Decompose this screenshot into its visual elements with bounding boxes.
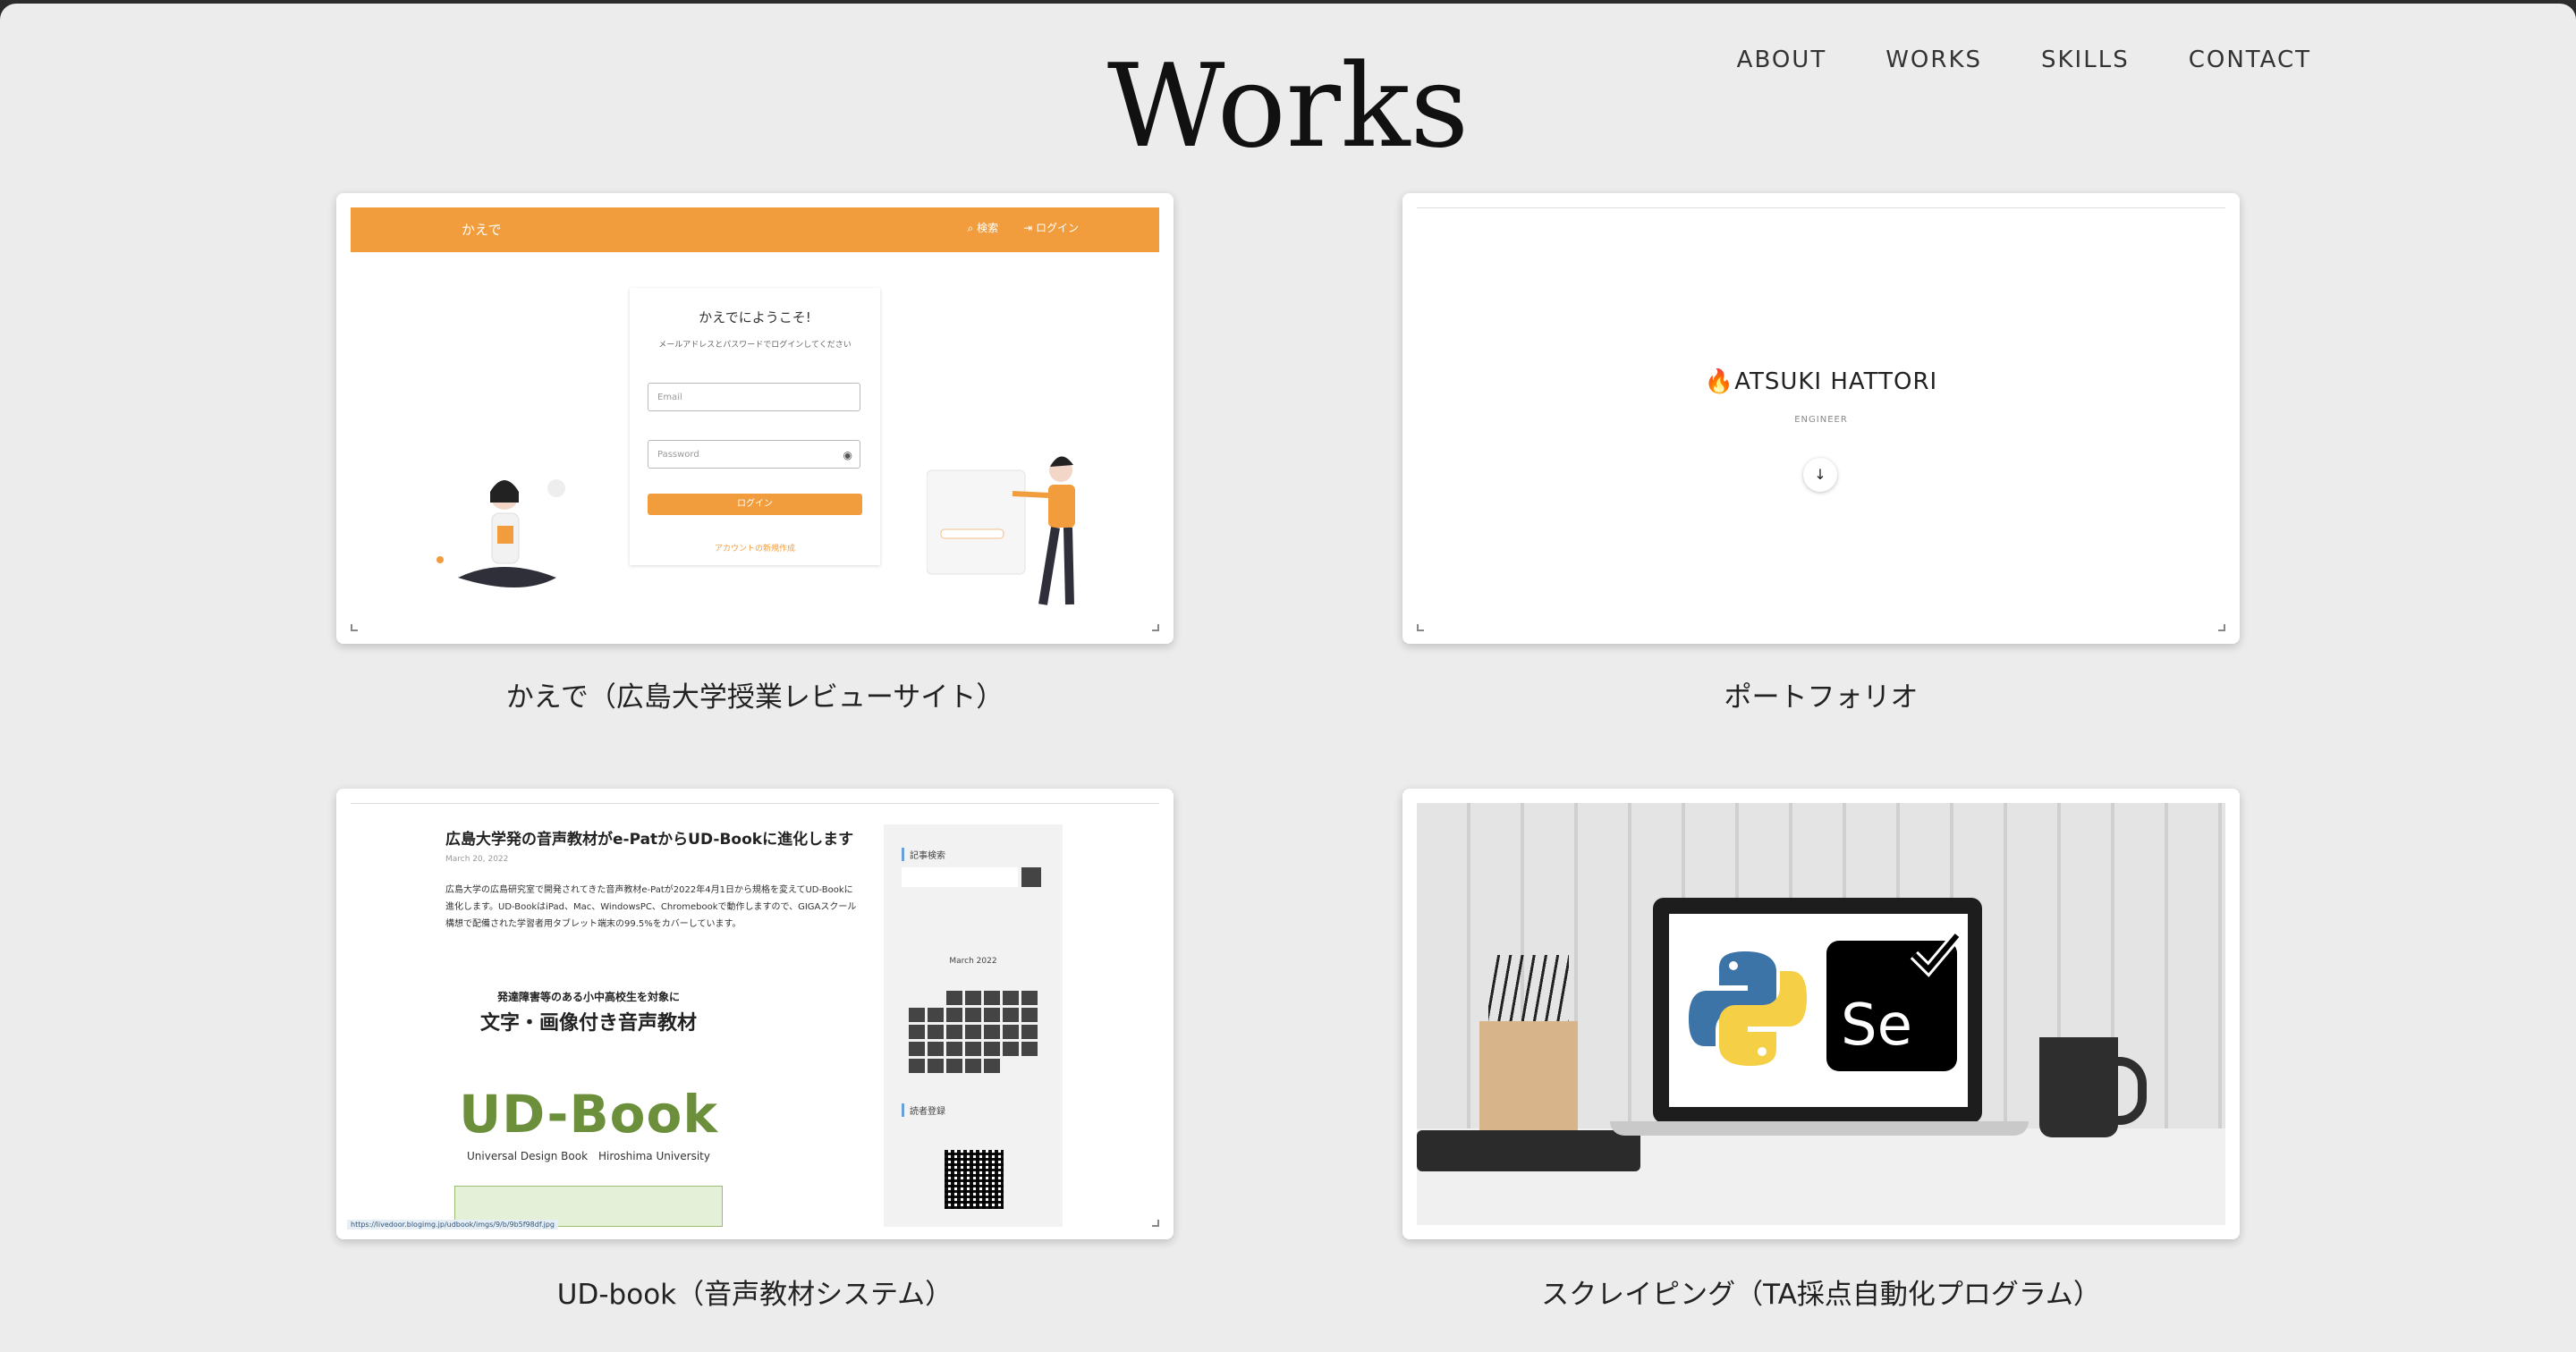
kaede-email-field: Email	[648, 383, 860, 411]
flame-icon: 🔥	[1704, 368, 1735, 395]
kaede-header-links: ⌕ 検索 ⇥ ログイン	[968, 220, 1079, 235]
kaede-login-button: ログイン	[648, 494, 862, 515]
udbook-reader-label: 読者登録	[902, 1103, 945, 1117]
pencils-image	[1488, 955, 1569, 1027]
notebook-image	[1417, 1130, 1640, 1171]
python-logo-icon	[1689, 951, 1807, 1066]
kaede-search-link: ⌕ 検索	[967, 222, 999, 234]
corner-mark	[1152, 1220, 1159, 1227]
udbook-article-body: 広島大学の広島研究室で開発されてきた音声教材e-Patが2022年4月1日から規…	[445, 885, 857, 929]
portfolio-top-divider	[1417, 207, 2225, 208]
kaede-login-heading: かえでにようこそ!	[699, 309, 811, 325]
udbook-top-divider	[351, 803, 1159, 804]
kaede-login-label: ログイン	[1035, 222, 1079, 234]
mug-handle	[2111, 1057, 2147, 1125]
kaede-login-panel: かえでにようこそ! メールアドレスとパスワードでログインしてください Email…	[630, 288, 880, 565]
page-title: Works	[1106, 40, 1470, 173]
udbook-sidebar: 記事検索 March 2022 読者登録	[884, 824, 1063, 1227]
udbook-search-input	[902, 867, 1018, 887]
work-card-portfolio[interactable]: 🔥ATSUKI HATTORI ENGINEER ↓	[1402, 193, 2240, 644]
portfolio-name-text: ATSUKI HATTORI	[1734, 368, 1938, 395]
portfolio-page: ABOUT WORKS SKILLS CONTACT Works かえで ⌕ 検…	[0, 4, 2576, 1352]
work-caption-scraping: スクレイピング（TA採点自動化プログラム）	[1541, 1279, 2101, 1311]
work-caption-udbook: UD-book（音声教材システム）	[556, 1279, 953, 1311]
portfolio-role: ENGINEER	[1794, 415, 1848, 425]
udbook-poster-heading: 発達障害等のある小中高校生を対象に	[496, 991, 680, 1003]
corner-mark	[1152, 624, 1159, 631]
kaede-search-label: 検索	[977, 222, 999, 234]
illustration-reading-person	[436, 479, 565, 587]
kaede-login-link: ⇥ ログイン	[1023, 222, 1079, 234]
udbook-calendar-grid	[909, 991, 1038, 1073]
kaede-header-bar: かえで ⌕ 検索 ⇥ ログイン	[351, 207, 1159, 252]
udbook-search-label: 記事検索	[902, 848, 945, 861]
kaede-password-field: Password ◉	[648, 440, 860, 469]
work-caption-kaede: かえで（広島大学授業レビューサイト）	[505, 681, 1004, 714]
kaede-password-placeholder: Password	[657, 450, 699, 460]
arrow-down-icon: ↓	[1803, 458, 1837, 492]
corner-mark	[2218, 624, 2225, 631]
eye-icon: ◉	[843, 449, 852, 461]
selenium-logo-text: Se	[1841, 993, 1912, 1059]
corner-mark	[1417, 624, 1424, 631]
udbook-status-url: https://livedoor.blogimg.jp/udbook/imgs/…	[347, 1220, 558, 1229]
work-card-kaede[interactable]: かえで ⌕ 検索 ⇥ ログイン かえでにようこそ! メールアドレスとパスワードで…	[336, 193, 1174, 644]
work-caption-portfolio: ポートフォリオ	[1724, 681, 1919, 714]
kaede-login-subheading: メールアドレスとパスワードでログインしてください	[658, 341, 852, 350]
laptop-base	[1610, 1121, 2029, 1136]
udbook-article-date: March 20, 2022	[445, 855, 509, 864]
udbook-article-title: 広島大学発の音声教材がe-PatからUD-Bookに進化します	[445, 831, 854, 849]
udbook-poster-title: 文字・画像付き音声教材	[479, 1012, 697, 1035]
udbook-search-button	[1021, 867, 1041, 887]
mug-image	[2039, 1037, 2118, 1137]
check-icon	[1910, 932, 1962, 977]
udbook-calendar-title: March 2022	[949, 957, 997, 966]
portfolio-name: 🔥ATSUKI HATTORI	[1402, 368, 2240, 395]
work-card-udbook[interactable]: 広島大学発の音声教材がe-PatからUD-Bookに進化します March 20…	[336, 789, 1174, 1239]
udbook-poster-image: 発達障害等のある小中高校生を対象に 文字・画像付き音声教材 UD-Book Un…	[454, 950, 723, 1227]
scraping-photo: Se	[1417, 803, 2225, 1225]
kaede-app-name: かえで	[462, 222, 502, 238]
illustration-presenting-person	[927, 456, 1075, 605]
kaede-register-link: アカウントの新規作成	[714, 545, 795, 553]
corner-mark	[351, 624, 358, 631]
udbook-poster-logo: UD-Book	[459, 1084, 718, 1145]
work-card-scraping[interactable]: Se	[1402, 789, 2240, 1239]
udbook-poster-logo-sub: Universal Design Book Hiroshima Universi…	[467, 1150, 710, 1162]
selenium-logo-icon: Se	[1826, 932, 1962, 1071]
pencil-holder-image	[1479, 1021, 1578, 1148]
qr-code-image	[945, 1150, 1004, 1209]
